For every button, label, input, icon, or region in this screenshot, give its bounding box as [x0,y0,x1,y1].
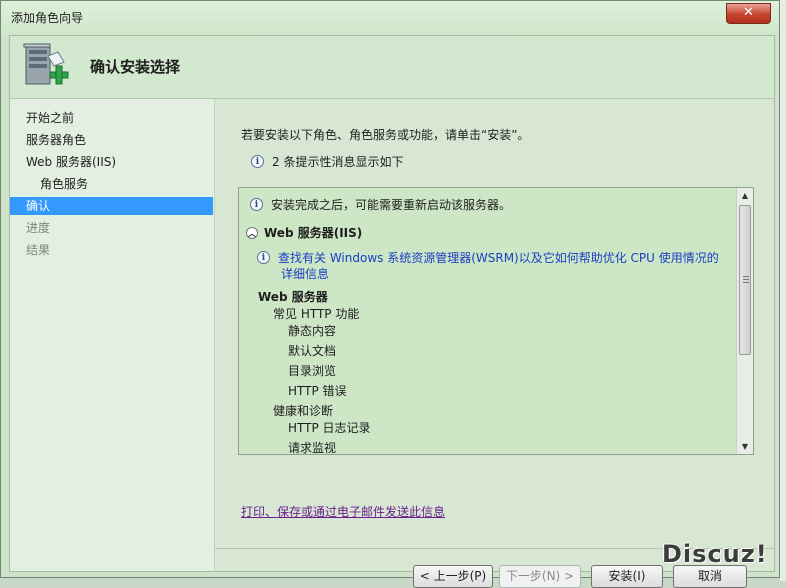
info-message-row: i 2 条提示性消息显示如下 [251,153,403,170]
previous-button[interactable]: < 上一步(P) [413,565,493,588]
list-item: 默认文档 [288,344,337,358]
background-strip [780,0,786,581]
sidebar-item-results: 结果 [26,243,51,257]
info-icon: i [250,198,263,211]
list-item: 请求监视 [288,441,337,455]
confirmation-list[interactable]: i 安装完成之后，可能需要重新启动该服务器。 ︿ Web 服务器(IIS) i … [238,187,754,455]
window-title: 添加角色向导 [11,11,84,25]
scrollbar-thumb[interactable] [739,205,751,355]
vertical-scrollbar[interactable]: ▲ ▼ [736,188,753,454]
scroll-up-arrow-icon[interactable]: ▲ [737,188,753,203]
title-bar[interactable]: 添加角色向导 ✕ [1,1,779,35]
wizard-client-area: 确认安装选择 开始之前 服务器角色 Web 服务器(IIS) 角色服务 确认 进… [9,35,775,588]
server-add-icon [23,43,69,85]
sidebar-item-web-server-iis[interactable]: Web 服务器(IIS) [26,153,116,171]
sidebar-item-confirmation[interactable]: 确认 [10,197,213,215]
list-item: 静态内容 [288,324,337,338]
sidebar-item-role-services[interactable]: 角色服务 [40,175,88,193]
discuz-watermark: Discuz! [662,540,768,568]
page-title: 确认安装选择 [90,58,181,76]
info-icon: i [251,155,264,168]
info-message: 2 条提示性消息显示如下 [272,155,404,169]
list-group-web-server: Web 服务器 [258,290,328,304]
wizard-header: 确认安装选择 [10,36,774,99]
install-button[interactable]: 安装(I) [591,565,663,588]
list-item: 健康和诊断 [273,404,334,418]
scroll-down-arrow-icon[interactable]: ▼ [737,439,753,454]
list-item: 常见 HTTP 功能 [273,307,360,321]
print-save-email-link[interactable]: 打印、保存或通过电子邮件发送此信息 [241,503,445,520]
section-header-web-server-iis[interactable]: ︿ Web 服务器(IIS) [246,224,362,241]
info-icon: i [257,251,270,264]
wizard-steps-sidebar: 开始之前 服务器角色 Web 服务器(IIS) 角色服务 确认 进度 结果 [10,99,215,571]
sidebar-item-before-you-begin[interactable]: 开始之前 [26,109,74,127]
restart-note-row: i 安装完成之后，可能需要重新启动该服务器。 [250,196,511,213]
close-button[interactable]: ✕ [726,3,771,24]
wizard-main-panel: 若要安装以下角色、角色服务或功能，请单击“安装”。 i 2 条提示性消息显示如下… [215,99,774,588]
list-item: 目录浏览 [288,364,337,378]
cancel-button[interactable]: 取消 [673,565,747,588]
wsrm-link-row: i 查找有关 Windows 系统资源管理器(WSRM)以及它如何帮助优化 CP… [257,249,719,266]
list-item: HTTP 错误 [288,384,347,398]
restart-note: 安装完成之后，可能需要重新启动该服务器。 [271,198,512,212]
grip-icon [743,276,749,284]
next-button: 下一步(N) > [499,565,581,588]
wsrm-link-continued[interactable]: 详细信息 [281,265,329,282]
sidebar-item-server-roles[interactable]: 服务器角色 [26,131,86,149]
wsrm-link[interactable]: 查找有关 Windows 系统资源管理器(WSRM)以及它如何帮助优化 CPU … [278,249,719,266]
intro-text: 若要安装以下角色、角色服务或功能，请单击“安装”。 [241,128,530,142]
sidebar-item-progress: 进度 [26,221,51,235]
add-roles-wizard-window: 添加角色向导 ✕ 确认安装选择 开始之前 服务器角色 Web 服务器(IIS) … [0,0,780,588]
collapse-chevron-icon[interactable]: ︿ [246,226,258,239]
list-item: HTTP 日志记录 [288,421,371,435]
section-title: Web 服务器(IIS) [264,226,363,240]
